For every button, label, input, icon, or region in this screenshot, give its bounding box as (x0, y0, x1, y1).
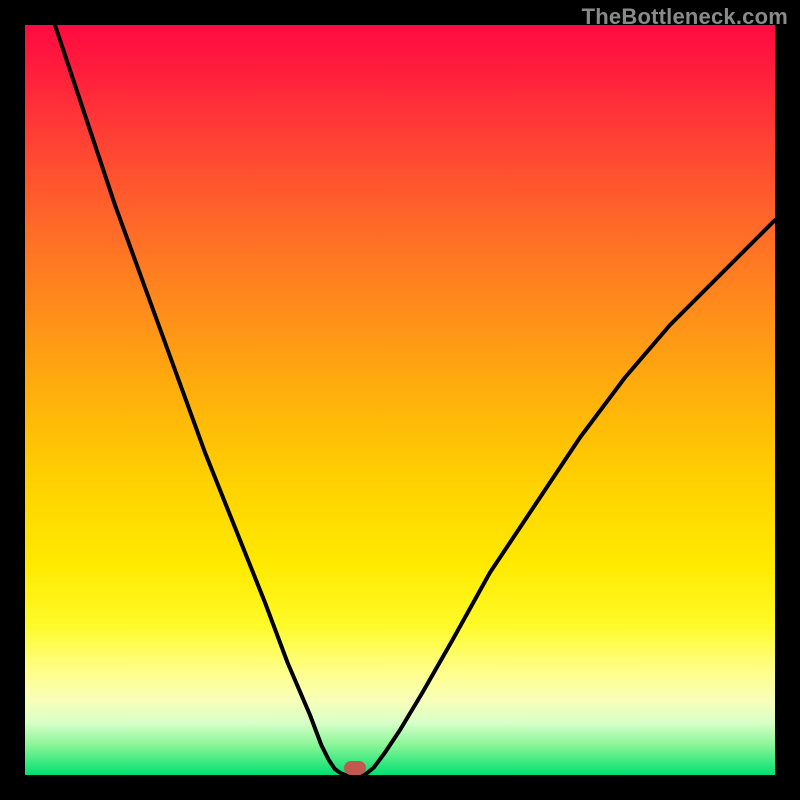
watermark-text: TheBottleneck.com (582, 4, 788, 30)
chart-frame: TheBottleneck.com (0, 0, 800, 800)
curve-path (55, 25, 775, 775)
plot-area (25, 25, 775, 775)
bottleneck-curve (25, 25, 775, 775)
optimum-marker (344, 761, 366, 775)
